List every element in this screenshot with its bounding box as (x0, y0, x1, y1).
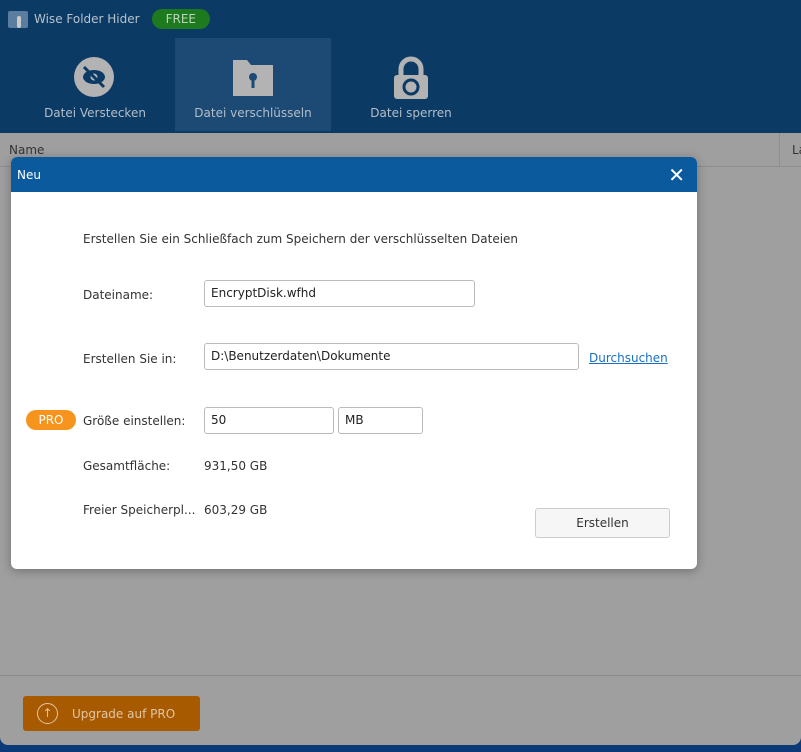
column-location[interactable]: La (779, 133, 801, 167)
total-space-value: 931,50 GB (204, 459, 268, 473)
pro-badge: PRO (26, 410, 76, 430)
close-icon[interactable]: ✕ (668, 163, 685, 187)
tab-lock-file[interactable]: Datei sperren (333, 38, 489, 131)
free-badge: FREE (151, 9, 210, 29)
upgrade-label: Upgrade auf PRO (72, 706, 176, 721)
folder-lock-icon (233, 60, 273, 96)
upgrade-button[interactable]: ↑ Upgrade auf PRO (23, 696, 200, 731)
footer: ↑ Upgrade auf PRO (0, 675, 801, 745)
size-input[interactable]: 50 (204, 407, 334, 434)
create-button[interactable]: Erstellen (535, 508, 670, 538)
size-unit-select[interactable]: MB (338, 407, 423, 434)
app-title: Wise Folder Hider (34, 12, 140, 26)
eye-slash-icon (74, 57, 114, 97)
size-label: Größe einstellen: (83, 414, 186, 428)
tab-encrypt-file[interactable]: Datei verschlüsseln (175, 38, 331, 131)
browse-link[interactable]: Durchsuchen (589, 351, 668, 365)
app-header: Wise Folder Hider FREE Datei Verstecken … (0, 0, 801, 133)
arrow-up-circle-icon: ↑ (37, 703, 58, 724)
dialog-title: Neu (17, 168, 41, 182)
padlock-icon (394, 56, 428, 99)
new-locker-dialog: Neu ✕ Erstellen Sie ein Schließfach zum … (11, 157, 697, 569)
dialog-intro: Erstellen Sie ein Schließfach zum Speich… (83, 232, 519, 246)
tab-hide-file[interactable]: Datei Verstecken (17, 38, 173, 131)
title-bar: Wise Folder Hider FREE (8, 9, 210, 29)
filename-input[interactable]: EncryptDisk.wfhd (204, 280, 475, 307)
tab-label: Datei verschlüsseln (194, 106, 312, 120)
location-input[interactable]: D:\Benutzerdaten\Dokumente (204, 343, 579, 370)
app-logo-icon (8, 10, 28, 28)
location-label: Erstellen Sie in: (83, 352, 177, 366)
free-space-label: Freier Speicherpl... (83, 503, 196, 517)
tab-label: Datei sperren (370, 106, 452, 120)
free-space-value: 603,29 GB (204, 503, 268, 517)
dialog-header: Neu ✕ (11, 157, 697, 192)
total-space-label: Gesamtfläche: (83, 459, 171, 473)
tab-label: Datei Verstecken (44, 106, 146, 120)
column-name[interactable]: Name (9, 143, 44, 157)
filename-label: Dateiname: (83, 288, 154, 302)
